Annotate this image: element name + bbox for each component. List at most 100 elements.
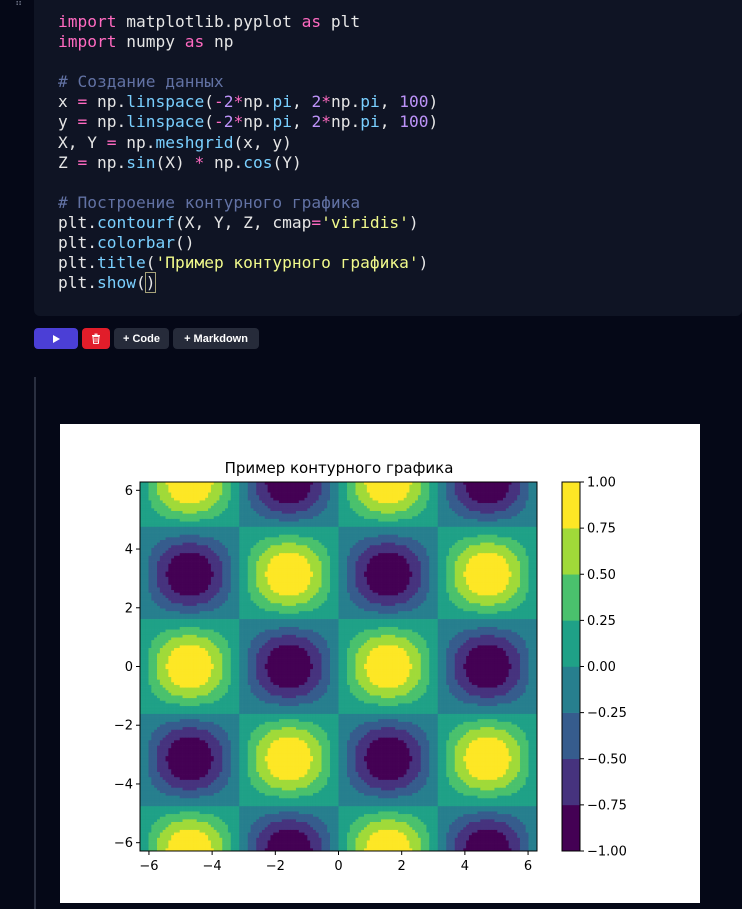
contour-cell — [256, 547, 260, 551]
add-markdown-cell-button[interactable]: + Markdown — [173, 328, 259, 349]
contour-cell — [392, 505, 396, 509]
contour-cell — [191, 558, 195, 562]
contour-cell — [463, 529, 467, 533]
contour-cell — [244, 503, 249, 507]
contour-cell — [213, 516, 217, 520]
contour-cell — [312, 553, 317, 557]
contour-cell — [227, 539, 232, 543]
contour-cell — [417, 537, 422, 541]
contour-cell — [278, 492, 283, 496]
contour-cell — [287, 566, 291, 570]
code-line: # Создание данных — [58, 72, 438, 92]
contour-cell — [247, 568, 251, 572]
contour-cell — [528, 500, 532, 504]
contour-cell — [244, 542, 249, 546]
contour-cell — [466, 521, 470, 525]
contour-cell — [497, 529, 501, 533]
contour-cell — [451, 561, 456, 565]
contour-cell — [409, 500, 413, 504]
contour-cell — [531, 532, 535, 536]
contour-cell — [502, 524, 507, 528]
cell-drag-handle[interactable]: ⠿ — [15, 0, 27, 9]
contour-cell — [208, 553, 212, 557]
contour-cell — [389, 503, 393, 507]
contour-cell — [531, 553, 535, 557]
contour-cell — [457, 508, 461, 512]
contour-cell — [392, 568, 396, 572]
contour-cell — [176, 563, 181, 567]
contour-cell — [236, 524, 240, 528]
contour-cell — [468, 500, 473, 504]
contour-cell — [485, 568, 490, 572]
contour-cell — [327, 497, 331, 501]
contour-cell — [324, 505, 328, 509]
contour-cell — [193, 555, 198, 559]
contour-cell — [227, 547, 232, 551]
contour-cell — [451, 524, 456, 528]
contour-cell — [182, 550, 186, 554]
contour-cell — [142, 487, 147, 491]
contour-cell — [366, 563, 371, 567]
contour-cell — [321, 489, 325, 493]
contour-cell — [171, 503, 175, 507]
contour-cell — [352, 524, 356, 528]
contour-cell — [466, 561, 470, 565]
contour-cell — [369, 518, 373, 522]
delete-cell-button[interactable] — [82, 328, 110, 349]
contour-cell — [361, 495, 365, 499]
contour-cell — [205, 495, 209, 499]
code-editor[interactable]: import matplotlib.pyplot as plt import nu… — [58, 12, 438, 294]
contour-cell — [355, 487, 359, 491]
contour-cell — [318, 532, 322, 536]
contour-cell — [261, 550, 266, 554]
contour-cell — [264, 484, 268, 488]
code-cell[interactable]: import matplotlib.pyplot as plt import nu… — [34, 0, 742, 316]
contour-cell — [310, 487, 314, 491]
contour-cell — [347, 518, 351, 522]
contour-cell — [208, 516, 212, 520]
contour-cell — [491, 518, 495, 522]
contour-cell — [485, 510, 490, 514]
contour-cell — [361, 524, 365, 528]
output-collapse-bar[interactable] — [34, 377, 36, 909]
contour-cell — [145, 484, 149, 488]
contour-cell — [196, 566, 200, 570]
contour-cell — [352, 497, 356, 501]
contour-cell — [502, 492, 507, 496]
contour-cell — [182, 555, 186, 559]
contour-cell — [335, 513, 339, 517]
contour-cell — [321, 566, 325, 570]
contour-cell — [321, 526, 325, 530]
contour-cell — [307, 563, 311, 567]
contour-cell — [383, 495, 388, 499]
contour-cell — [412, 563, 416, 567]
contour-cell — [409, 524, 413, 528]
contour-cell — [528, 566, 532, 570]
contour-cell — [432, 497, 436, 501]
contour-cell — [253, 547, 257, 551]
contour-cell — [514, 553, 518, 557]
contour-cell — [514, 545, 518, 549]
contour-cell — [321, 503, 325, 507]
contour-cell — [519, 518, 524, 522]
contour-cell — [395, 545, 399, 549]
contour-cell — [415, 484, 419, 488]
contour-cell — [483, 526, 487, 530]
contour-cell — [395, 553, 399, 557]
add-code-cell-button[interactable]: + Code — [114, 328, 169, 349]
contour-cell — [253, 532, 257, 536]
contour-cell — [437, 561, 441, 565]
contour-cell — [488, 524, 492, 528]
run-cell-button[interactable] — [34, 328, 78, 349]
contour-cell — [273, 497, 277, 501]
code-token: np. — [330, 112, 361, 132]
contour-cell — [491, 524, 495, 528]
contour-cell — [440, 497, 444, 501]
contour-cell — [284, 500, 288, 504]
contour-cell — [485, 553, 490, 557]
contour-cell — [429, 539, 433, 543]
contour-cell — [253, 550, 257, 554]
contour-cell — [142, 505, 147, 509]
contour-cell — [244, 521, 249, 525]
contour-cell — [383, 534, 388, 538]
